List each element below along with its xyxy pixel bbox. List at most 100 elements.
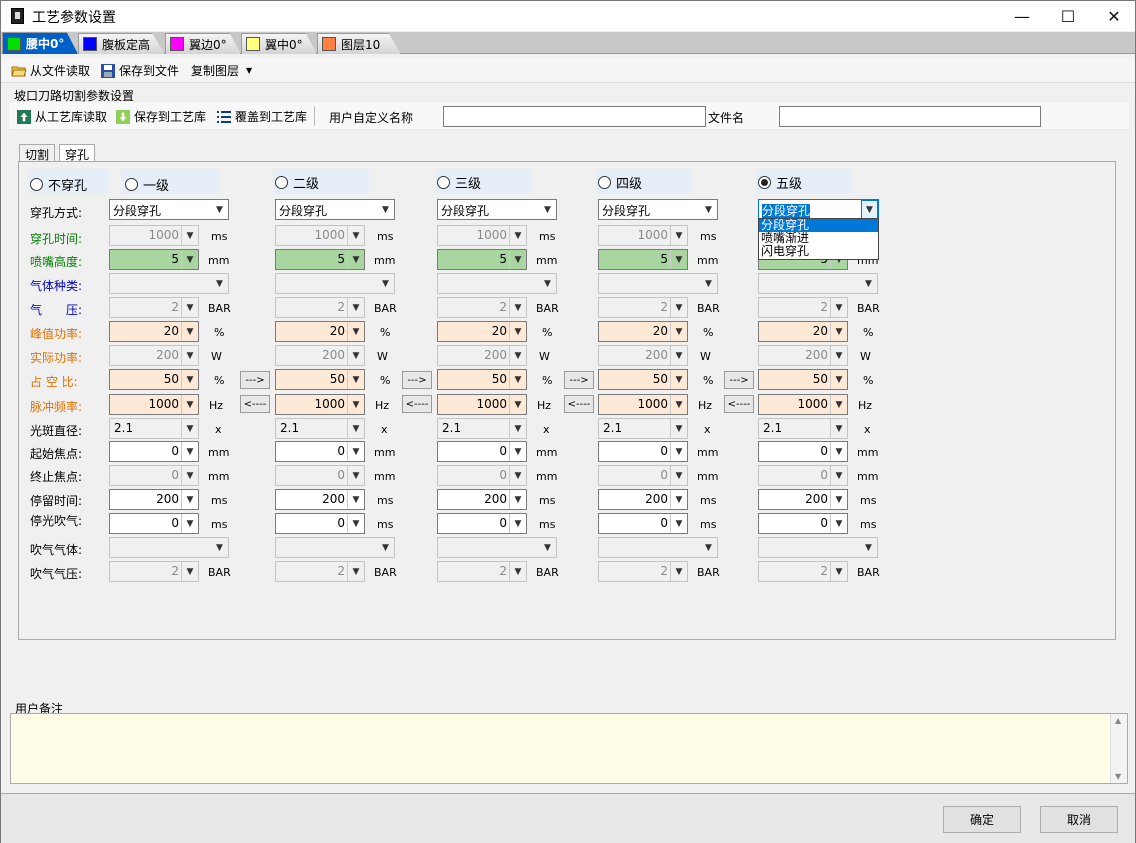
duty-input-level-2[interactable]: 50 ▼ [275, 369, 365, 390]
duty-input-level-4[interactable]: 50 ▼ [598, 369, 688, 390]
pulse-freq-input-level-1[interactable]: 1000 ▼ [109, 394, 199, 415]
chevron-down-icon[interactable]: ▼ [509, 562, 526, 581]
chevron-down-icon[interactable]: ▼ [670, 298, 687, 317]
chevron-down-icon[interactable]: ▼ [509, 322, 526, 341]
peak-power-input-level-4[interactable]: 20 ▼ [598, 321, 688, 342]
chevron-down-icon[interactable]: ▼ [509, 395, 526, 414]
chevron-down-icon[interactable]: ▼ [670, 226, 687, 245]
dwell-time-input-level-5[interactable]: 200 ▼ [758, 489, 848, 510]
chevron-down-icon[interactable]: ▼ [830, 395, 847, 414]
chevron-down-icon[interactable]: ▼ [211, 274, 228, 293]
ok-button[interactable]: 确定 [943, 806, 1021, 833]
copy-right-button-2[interactable]: ---> [402, 371, 432, 389]
layer-tab-4[interactable]: 翼中0° [241, 33, 317, 54]
chevron-down-icon[interactable]: ▼ [377, 200, 394, 219]
duty-input-level-5[interactable]: 50 ▼ [758, 369, 848, 390]
chevron-down-icon[interactable]: ▼ [181, 226, 198, 245]
chevron-down-icon[interactable]: ▼ [347, 250, 364, 269]
stop-blow-input-level-5[interactable]: 0 ▼ [758, 513, 848, 534]
chevron-down-icon[interactable]: ▼ [670, 442, 687, 461]
chevron-down-icon[interactable]: ▼ [181, 514, 198, 533]
chevron-down-icon[interactable]: ▼ [181, 490, 198, 509]
cancel-button[interactable]: 取消 [1040, 806, 1118, 833]
start-focus-input-level-5[interactable]: 0 ▼ [758, 441, 848, 462]
read-file-button[interactable]: 从文件读取 [11, 62, 90, 79]
chevron-down-icon[interactable]: ▼ [509, 298, 526, 317]
save-lib-button[interactable]: 保存到工艺库 [115, 108, 206, 125]
radio-no-pierce[interactable]: 不穿孔 [30, 175, 87, 194]
chevron-down-icon[interactable]: ▼ [539, 274, 556, 293]
chevron-down-icon[interactable]: ▼ [509, 370, 526, 389]
chevron-down-icon[interactable]: ▼ [347, 466, 364, 485]
chevron-down-icon[interactable]: ▼ [509, 514, 526, 533]
chevron-down-icon[interactable]: ▼ [830, 298, 847, 317]
chevron-down-icon[interactable]: ▼ [670, 490, 687, 509]
pulse-freq-input-level-4[interactable]: 1000 ▼ [598, 394, 688, 415]
spot-dia-input-level-4[interactable]: 2.1 ▼ [598, 418, 688, 439]
chevron-down-icon[interactable]: ▼ [347, 419, 364, 438]
method-select-level-1[interactable]: 分段穿孔 ▼ [109, 199, 229, 220]
chevron-down-icon[interactable]: ▼ [670, 395, 687, 414]
chevron-down-icon[interactable]: ▼ [181, 298, 198, 317]
chevron-down-icon[interactable]: ▼ [830, 346, 847, 365]
radio-level-3[interactable]: 三级 [437, 173, 481, 192]
chevron-down-icon[interactable]: ▼ [670, 562, 687, 581]
pulse-freq-input-level-2[interactable]: 1000 ▼ [275, 394, 365, 415]
dwell-time-input-level-4[interactable]: 200 ▼ [598, 489, 688, 510]
spot-dia-input-level-3[interactable]: 2.1 ▼ [437, 418, 527, 439]
scroll-up-icon[interactable]: ▲ [1115, 716, 1121, 725]
chevron-down-icon[interactable]: ▼ [860, 538, 877, 557]
copy-right-button-4[interactable]: ---> [724, 371, 754, 389]
chevron-down-icon[interactable]: ▼ [861, 200, 878, 219]
peak-power-input-level-1[interactable]: 20 ▼ [109, 321, 199, 342]
chevron-down-icon[interactable]: ▼ [347, 226, 364, 245]
chevron-down-icon[interactable]: ▼ [539, 538, 556, 557]
overwrite-lib-button[interactable]: 覆盖到工艺库 [216, 108, 307, 125]
chevron-down-icon[interactable]: ▼ [347, 346, 364, 365]
chevron-down-icon[interactable]: ▼ [670, 370, 687, 389]
chevron-down-icon[interactable]: ▼ [347, 298, 364, 317]
file-name-input[interactable] [779, 106, 1041, 127]
chevron-down-icon[interactable]: ▼ [211, 538, 228, 557]
chevron-down-icon[interactable]: ▼ [377, 274, 394, 293]
chevron-down-icon[interactable]: ▼ [347, 562, 364, 581]
method-select-level-3[interactable]: 分段穿孔 ▼ [437, 199, 557, 220]
layer-tab-5[interactable]: 图层10 [317, 33, 401, 54]
chevron-down-icon[interactable]: ▼ [181, 466, 198, 485]
spot-dia-input-level-1[interactable]: 2.1 ▼ [109, 418, 199, 439]
chevron-down-icon[interactable]: ▼ [700, 200, 717, 219]
nozzle-height-input-level-4[interactable]: 5 ▼ [598, 249, 688, 270]
chevron-down-icon[interactable]: ▼ [347, 490, 364, 509]
method-select-level-2[interactable]: 分段穿孔 ▼ [275, 199, 395, 220]
chevron-down-icon[interactable]: ▼ [181, 250, 198, 269]
chevron-down-icon[interactable]: ▼ [670, 250, 687, 269]
chevron-down-icon[interactable]: ▼ [181, 395, 198, 414]
save-file-button[interactable]: 保存到文件 [100, 62, 179, 79]
chevron-down-icon[interactable]: ▼ [509, 346, 526, 365]
chevron-down-icon[interactable]: ▼ [670, 322, 687, 341]
spot-dia-input-level-5[interactable]: 2.1 ▼ [758, 418, 848, 439]
maximize-icon[interactable]: ☐ [1045, 1, 1091, 31]
chevron-down-icon[interactable]: ▼ [181, 419, 198, 438]
nozzle-height-input-level-2[interactable]: 5 ▼ [275, 249, 365, 270]
chevron-down-icon[interactable]: ▼ [830, 490, 847, 509]
copy-right-button-1[interactable]: ---> [240, 371, 270, 389]
notes-textarea[interactable]: ▲ ▼ [10, 713, 1128, 784]
scroll-down-icon[interactable]: ▼ [1115, 772, 1121, 781]
chevron-down-icon[interactable]: ▼ [509, 419, 526, 438]
stop-blow-input-level-1[interactable]: 0 ▼ [109, 513, 199, 534]
chevron-down-icon[interactable]: ▼ [509, 466, 526, 485]
chevron-down-icon[interactable]: ▼ [539, 200, 556, 219]
dwell-time-input-level-3[interactable]: 200 ▼ [437, 489, 527, 510]
chevron-down-icon[interactable]: ▼ [700, 274, 717, 293]
chevron-down-icon[interactable]: ▼ [181, 346, 198, 365]
copy-left-button-2[interactable]: <---- [402, 395, 432, 413]
start-focus-input-level-2[interactable]: 0 ▼ [275, 441, 365, 462]
chevron-down-icon[interactable]: ▼ [347, 395, 364, 414]
chevron-down-icon[interactable]: ▼ [830, 419, 847, 438]
duty-input-level-3[interactable]: 50 ▼ [437, 369, 527, 390]
start-focus-input-level-3[interactable]: 0 ▼ [437, 441, 527, 462]
start-focus-input-level-1[interactable]: 0 ▼ [109, 441, 199, 462]
method-select-level-5[interactable]: 分段穿孔 ▼ [758, 199, 879, 220]
layer-tab-1[interactable]: 腰中0° [2, 32, 78, 54]
